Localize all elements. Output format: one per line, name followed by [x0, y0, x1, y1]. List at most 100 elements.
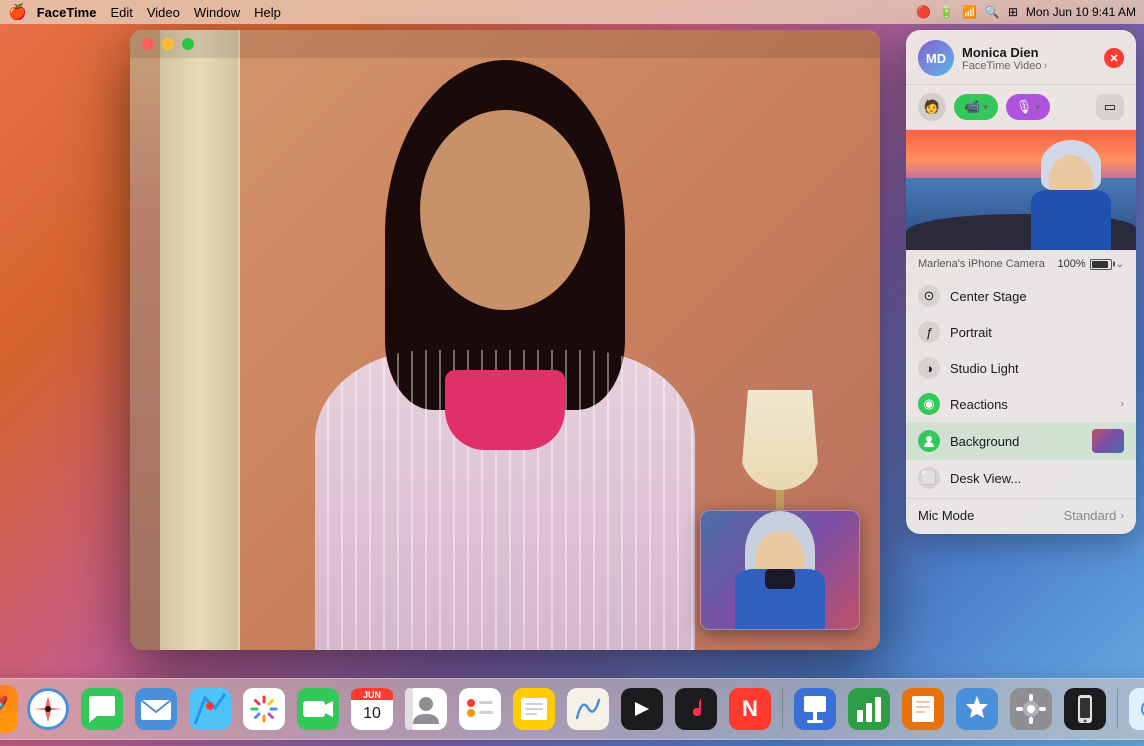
battery-fill — [1092, 261, 1108, 268]
menu-edit[interactable]: Edit — [110, 5, 132, 20]
menu-divider — [906, 498, 1136, 499]
mic-mode-value: Standard — [1064, 508, 1117, 523]
menu-help[interactable]: Help — [254, 5, 281, 20]
video-toggle-button[interactable]: 📹 ▾ — [954, 94, 998, 120]
menu-video[interactable]: Video — [147, 5, 180, 20]
dock-keynote[interactable] — [791, 685, 839, 733]
app-name[interactable]: FaceTime — [37, 5, 97, 20]
dock-reminders[interactable] — [456, 685, 504, 733]
studio-light-option[interactable]: ◑ Studio Light — [906, 350, 1136, 386]
camera-expand-icon: ⌄ — [1116, 259, 1124, 270]
center-stage-option[interactable]: ⊙ Center Stage — [906, 278, 1136, 314]
desk-view-label: Desk View... — [950, 471, 1124, 486]
person-collar — [445, 370, 565, 450]
dock-airdrop[interactable] — [1126, 685, 1144, 733]
battery-percentage: 100% — [1057, 258, 1085, 270]
mic-icon: 🎙 — [1016, 99, 1033, 115]
caller-name: Monica Dien — [962, 45, 1096, 60]
studio-light-icon: ◑ — [918, 357, 940, 379]
reactions-icon: ◉ — [918, 393, 940, 415]
maximize-button[interactable] — [182, 38, 194, 50]
dock-notes[interactable] — [510, 685, 558, 733]
video-effects-menu: ⊙ Center Stage ƒ Portrait ◑ Studio Light… — [906, 274, 1136, 534]
minimize-button[interactable] — [162, 38, 174, 50]
portrait-icon: ƒ — [918, 321, 940, 343]
dock-separator-2 — [1117, 689, 1118, 729]
control-buttons-row: 🧑 📹 ▾ 🎙 ▾ ▭ — [906, 85, 1136, 130]
center-stage-label: Center Stage — [950, 289, 1124, 304]
menu-window[interactable]: Window — [194, 5, 240, 20]
dock-facetime[interactable] — [294, 685, 342, 733]
svg-text:N: N — [742, 696, 758, 721]
reactions-chevron-icon: › — [1120, 398, 1124, 410]
preview-person — [1026, 140, 1116, 250]
background-icon — [918, 430, 940, 452]
dock-freeform[interactable] — [564, 685, 612, 733]
menu-bar-search-icon[interactable]: 🔍 — [985, 5, 1000, 19]
mic-chevron-icon: ▾ — [1035, 102, 1040, 113]
close-notification-button[interactable]: ✕ — [1104, 48, 1124, 68]
screen-share-button[interactable]: ▭ — [1096, 94, 1124, 120]
portrait-label: Portrait — [950, 325, 1124, 340]
dock-photos[interactable] — [240, 685, 288, 733]
portrait-option[interactable]: ƒ Portrait — [906, 314, 1136, 350]
menu-bar-battery-icon: 🔋 — [939, 5, 954, 19]
menu-bar-items: Edit Video Window Help — [110, 5, 280, 20]
facetime-window — [130, 30, 880, 650]
camera-label-row[interactable]: Marlena's iPhone Camera 100% ⌄ — [906, 250, 1136, 274]
camera-name: Marlena's iPhone Camera — [918, 258, 1045, 270]
control-panel: MD Monica Dien FaceTime Video › ✕ 🧑 📹 ▾ … — [906, 30, 1136, 534]
lamp-shade — [740, 390, 820, 490]
video-chevron-icon: ▾ — [983, 102, 988, 113]
dock-messages[interactable] — [78, 685, 126, 733]
background-thumbnail — [1092, 429, 1124, 453]
window-titlebar — [130, 30, 880, 58]
video-icon: 📹 — [964, 99, 980, 115]
center-stage-icon: ⊙ — [918, 285, 940, 307]
mic-mode-option[interactable]: Mic Mode Standard › — [906, 501, 1136, 530]
screen-icon: ▭ — [1104, 99, 1116, 114]
dock-appletv[interactable] — [618, 685, 666, 733]
mic-toggle-button[interactable]: 🎙 ▾ — [1006, 94, 1050, 120]
battery-area: 100% ⌄ — [1057, 258, 1124, 270]
prev-shirt — [1031, 190, 1111, 250]
svg-text:JUN: JUN — [363, 690, 381, 700]
background-label: Background — [950, 434, 1082, 449]
desk-view-icon: ⬜ — [918, 467, 940, 489]
dock-launchpad[interactable]: 🚀 — [0, 685, 18, 733]
person-face — [420, 110, 590, 310]
mic-mode-label: Mic Mode — [918, 508, 1064, 523]
desk-view-option[interactable]: ⬜ Desk View... — [906, 460, 1136, 496]
caller-preview-image — [906, 130, 1136, 250]
apple-menu[interactable]: 🍎 — [8, 3, 27, 21]
svg-text:MD: MD — [926, 51, 946, 66]
close-button[interactable] — [142, 38, 154, 50]
menu-bar-datetime: Mon Jun 10 9:41 AM — [1026, 5, 1136, 19]
dock-music[interactable] — [672, 685, 720, 733]
dock-mail[interactable] — [132, 685, 180, 733]
menu-bar: 🍎 FaceTime Edit Video Window Help 🔴 🔋 📶 … — [0, 0, 1144, 24]
caller-avatar: MD — [918, 40, 954, 76]
dock-iphone-mirroring[interactable] — [1061, 685, 1109, 733]
studio-light-label: Studio Light — [950, 361, 1124, 376]
reactions-option[interactable]: ◉ Reactions › — [906, 386, 1136, 422]
dock-pages[interactable] — [899, 685, 947, 733]
menu-bar-right: 🔴 🔋 📶 🔍 ⊞ Mon Jun 10 9:41 AM — [916, 5, 1136, 19]
svg-text:10: 10 — [363, 705, 381, 722]
dock-system-settings[interactable] — [1007, 685, 1055, 733]
battery-icon — [1090, 259, 1112, 270]
dock-news[interactable]: N — [726, 685, 774, 733]
mic-mode-chevron-icon: › — [1120, 510, 1124, 522]
dock-safari[interactable] — [24, 685, 72, 733]
background-option[interactable]: Background — [906, 422, 1136, 460]
dock-separator — [782, 689, 783, 729]
call-type: FaceTime Video › — [962, 60, 1096, 72]
dock-maps[interactable] — [186, 685, 234, 733]
dock-appstore[interactable] — [953, 685, 1001, 733]
dock-contacts[interactable] — [402, 685, 450, 733]
menu-bar-wifi-icon: 📶 — [962, 5, 977, 19]
menu-bar-control-center-icon[interactable]: ⊞ — [1008, 5, 1018, 19]
dock: 🚀 JUN 10 N — [0, 678, 1144, 740]
dock-calendar[interactable]: JUN 10 — [348, 685, 396, 733]
dock-numbers[interactable] — [845, 685, 893, 733]
